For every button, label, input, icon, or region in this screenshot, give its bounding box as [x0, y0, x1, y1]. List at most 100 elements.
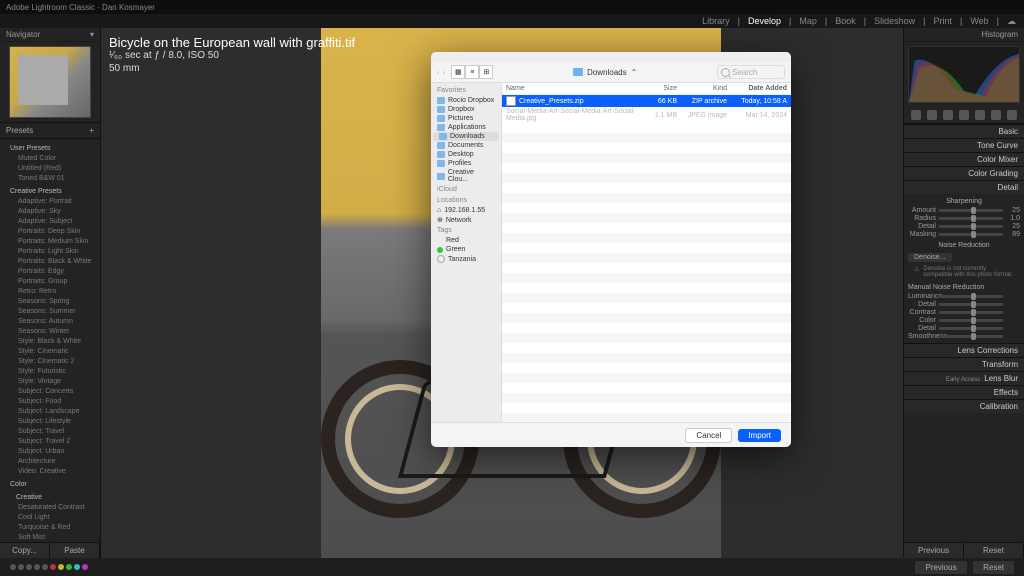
preset-group-color[interactable]: Color	[10, 480, 100, 490]
file-row[interactable]: Creative_Presets.zip 66 KB ZIP archive T…	[502, 95, 791, 107]
preset-item[interactable]: Turquoise & Red	[10, 523, 100, 533]
radial-icon[interactable]	[991, 110, 1001, 120]
preset-item[interactable]: Style: Vintage	[10, 377, 100, 387]
preset-item[interactable]: Subject: Travel	[10, 427, 100, 437]
section-basic[interactable]: Basic	[904, 124, 1024, 138]
menu-develop[interactable]: Develop	[748, 16, 781, 26]
preset-item[interactable]: Cool Light	[10, 513, 100, 523]
slider[interactable]	[939, 225, 1003, 228]
sidebar-item[interactable]: Dropbox	[431, 105, 501, 114]
paste-button[interactable]: Paste	[50, 543, 100, 558]
preset-group-user[interactable]: User Presets	[10, 144, 100, 154]
preset-item[interactable]: Style: Black & White	[10, 337, 100, 347]
slider[interactable]	[939, 335, 1003, 338]
preset-item[interactable]: Video: Creative	[10, 467, 100, 477]
grad-icon[interactable]	[975, 110, 985, 120]
slider[interactable]	[939, 311, 1003, 314]
section-lens[interactable]: Lens Corrections	[904, 343, 1024, 357]
view-icon-list[interactable]: ≡	[465, 65, 479, 79]
sidebar-item[interactable]: Rocio Dropbox	[431, 96, 501, 105]
mask-icon[interactable]	[943, 110, 953, 120]
view-icon-cols[interactable]: ⊞	[479, 65, 493, 79]
menu-slideshow[interactable]: Slideshow	[874, 16, 915, 26]
col-kind[interactable]: Kind	[677, 85, 727, 92]
preset-list[interactable]: User Presets Muted Color Untitled (Red) …	[0, 139, 100, 542]
copy-button[interactable]: Copy...	[0, 543, 50, 558]
preset-item[interactable]: Seasons: Spring	[10, 297, 100, 307]
slider[interactable]	[939, 295, 1003, 298]
import-button[interactable]: Import	[738, 429, 781, 442]
preset-item[interactable]: Seasons: Winter	[10, 327, 100, 337]
preset-group-creative[interactable]: Creative Presets	[10, 187, 100, 197]
nav-zoom[interactable]: ▾	[90, 30, 94, 39]
preset-item[interactable]: Portraits: Black & White	[10, 257, 100, 267]
preset-subgroup-creative[interactable]: Creative	[10, 493, 100, 503]
reset-button[interactable]: Reset	[964, 543, 1024, 558]
sidebar-item-downloads[interactable]: Downloads	[433, 132, 499, 141]
preset-item[interactable]: Retro: Retro	[10, 287, 100, 297]
preset-item[interactable]: Portraits: Edgy	[10, 267, 100, 277]
section-tonecurve[interactable]: Tone Curve	[904, 138, 1024, 152]
redeye-icon[interactable]	[959, 110, 969, 120]
section-colorgrading[interactable]: Color Grading	[904, 166, 1024, 180]
sidebar-item[interactable]: Pictures	[431, 114, 501, 123]
col-size[interactable]: Size	[637, 85, 677, 92]
rating-dots[interactable]	[10, 564, 88, 570]
section-effects[interactable]: Effects	[904, 385, 1024, 399]
section-transform[interactable]: Transform	[904, 357, 1024, 371]
cloud-icon[interactable]: ☁	[1007, 16, 1016, 27]
slider[interactable]	[939, 303, 1003, 306]
sidebar-item[interactable]: ⌂192.168.1.55	[431, 206, 501, 215]
preset-item[interactable]: Adaptive: Portrait	[10, 197, 100, 207]
slider[interactable]	[939, 327, 1003, 330]
sidebar-item[interactable]: Creative Clou...	[431, 168, 501, 184]
footer-reset[interactable]: Reset	[973, 561, 1014, 574]
preset-item[interactable]: Style: Futuristic	[10, 367, 100, 377]
preset-item[interactable]: Portraits: Light Skin	[10, 247, 100, 257]
menu-map[interactable]: Map	[799, 16, 817, 26]
col-date[interactable]: Date Added	[727, 85, 787, 92]
nav-back-icon[interactable]: ‹	[437, 68, 440, 77]
preset-item[interactable]: Style: Cinematic	[10, 347, 100, 357]
slider[interactable]	[939, 209, 1003, 212]
preset-item[interactable]: Muted Color	[10, 154, 100, 164]
file-row[interactable]: Social-Media-Art-Social-Media-Art-Social…	[502, 107, 791, 123]
cancel-button[interactable]: Cancel	[685, 428, 732, 443]
col-name[interactable]: Name	[506, 85, 637, 92]
menu-library[interactable]: Library	[702, 16, 730, 26]
menu-web[interactable]: Web	[970, 16, 988, 26]
slider[interactable]	[939, 217, 1003, 220]
preset-item[interactable]: Seasons: Autumn	[10, 317, 100, 327]
previous-button[interactable]: Previous	[904, 543, 964, 558]
preset-item[interactable]: Toned B&W 01	[10, 174, 100, 184]
section-calibration[interactable]: Calibration	[904, 399, 1024, 413]
preset-item[interactable]: Adaptive: Subject	[10, 217, 100, 227]
search-input[interactable]: Search	[717, 65, 785, 79]
preset-item[interactable]: Subject: Urban Architecture	[10, 447, 100, 467]
preset-item[interactable]: Seasons: Summer	[10, 307, 100, 317]
sidebar-item[interactable]: Desktop	[431, 150, 501, 159]
dialog-location[interactable]: Downloads	[587, 68, 627, 77]
preset-item[interactable]: Portraits: Deep Skin	[10, 227, 100, 237]
preset-item[interactable]: Portraits: Medium Skin	[10, 237, 100, 247]
preset-item[interactable]: Desaturated Contrast	[10, 503, 100, 513]
denoise-button[interactable]: Denoise...	[908, 253, 952, 262]
preset-item[interactable]: Subject: Travel 2	[10, 437, 100, 447]
preset-item[interactable]: Subject: Concerts	[10, 387, 100, 397]
nav-fwd-icon[interactable]: ›	[443, 68, 446, 77]
navigator-thumb[interactable]	[9, 46, 91, 118]
sidebar-item[interactable]: Applications	[431, 123, 501, 132]
slider[interactable]	[939, 233, 1003, 236]
section-lensblur[interactable]: Early AccessLens Blur	[904, 371, 1024, 385]
preset-item[interactable]: Subject: Lifestyle	[10, 417, 100, 427]
menu-book[interactable]: Book	[835, 16, 856, 26]
brush-icon[interactable]	[1007, 110, 1017, 120]
histogram[interactable]	[908, 46, 1020, 103]
preset-item[interactable]: Style: Cinematic 2	[10, 357, 100, 367]
view-icon-grid[interactable]: ▦	[451, 65, 465, 79]
sidebar-item[interactable]: Profiles	[431, 159, 501, 168]
preset-item[interactable]: Subject: Food	[10, 397, 100, 407]
heal-icon[interactable]	[927, 110, 937, 120]
preset-item[interactable]: Portraits: Group	[10, 277, 100, 287]
preset-item[interactable]: Soft Mist	[10, 533, 100, 542]
